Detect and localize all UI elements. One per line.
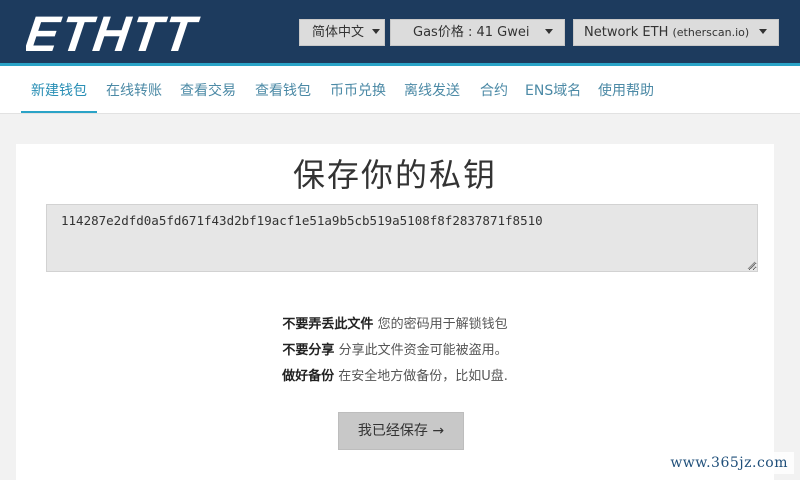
page-title: 保存你的私钥 (292, 156, 497, 194)
chevron-down-icon (545, 29, 554, 34)
nav-item-new-wallet[interactable]: 新建钱包 (21, 66, 97, 114)
warning-title: 做好备份 (282, 369, 335, 384)
nav-item-view-wallet[interactable]: 查看钱包 (255, 66, 311, 114)
nav-item-help[interactable]: 使用帮助 (598, 66, 654, 114)
warnings: 不要弄丢此文件 您的密码用于解锁钱包 不要分享 分享此文件资金可能被盗用。 做好… (16, 312, 774, 390)
warning-text: 分享此文件资金可能被盗用。 (334, 343, 508, 358)
language-select-value: 简体中文 (312, 25, 365, 40)
resize-handle-icon[interactable] (747, 261, 755, 269)
chevron-down-icon (372, 29, 381, 34)
nav-item-send[interactable]: 在线转账 (106, 66, 162, 114)
chevron-down-icon (759, 29, 768, 34)
saved-confirm-button[interactable]: 我已经保存 → (338, 412, 464, 450)
nav-item-offline-send[interactable]: 离线发送 (404, 66, 460, 114)
warning-line: 不要弄丢此文件 您的密码用于解锁钱包 (16, 312, 774, 338)
header: ETHTT 简体中文 Gas价格 : 41 Gwei Network ETH (… (0, 0, 800, 66)
network-provider: (etherscan.io) (672, 26, 750, 39)
svg-text:ETHTT: ETHTT (26, 6, 203, 60)
nav-item-ens[interactable]: ENS域名 (525, 66, 581, 114)
nav-item-swap[interactable]: 币币兑换 (330, 66, 386, 114)
nav-item-view-transactions[interactable]: 查看交易 (180, 66, 236, 114)
logo[interactable]: ETHTT (26, 4, 226, 60)
save-key-panel: 保存你的私钥 114287e2dfd0a5fd671f43d2bf19acf1e… (16, 144, 774, 480)
warning-text: 您的密码用于解锁钱包 (373, 317, 508, 332)
main-nav: 新建钱包 在线转账 查看交易 查看钱包 币币兑换 离线发送 合约 ENS域名 使… (0, 66, 800, 114)
private-key-value: 114287e2dfd0a5fd671f43d2bf19acf1e51a9b5c… (61, 213, 543, 228)
gas-price-select[interactable]: Gas价格 : 41 Gwei (390, 19, 565, 46)
network-select[interactable]: Network ETH (etherscan.io) (573, 19, 779, 46)
logo-image: ETHTT (26, 6, 203, 60)
language-select[interactable]: 简体中文 (299, 19, 385, 46)
warning-title: 不要分享 (282, 343, 335, 358)
gas-price-value: Gas价格 : 41 Gwei (413, 25, 530, 40)
private-key-textarea[interactable]: 114287e2dfd0a5fd671f43d2bf19acf1e51a9b5c… (46, 204, 758, 272)
warning-line: 做好备份 在安全地方做备份，比如U盘. (16, 364, 774, 390)
warning-text: 在安全地方做备份，比如U盘. (334, 369, 508, 384)
warning-line: 不要分享 分享此文件资金可能被盗用。 (16, 338, 774, 364)
network-value: Network ETH (584, 25, 669, 40)
nav-item-contracts[interactable]: 合约 (480, 66, 508, 114)
watermark: www.365jz.com (664, 452, 794, 474)
warning-title: 不要弄丢此文件 (282, 317, 374, 332)
